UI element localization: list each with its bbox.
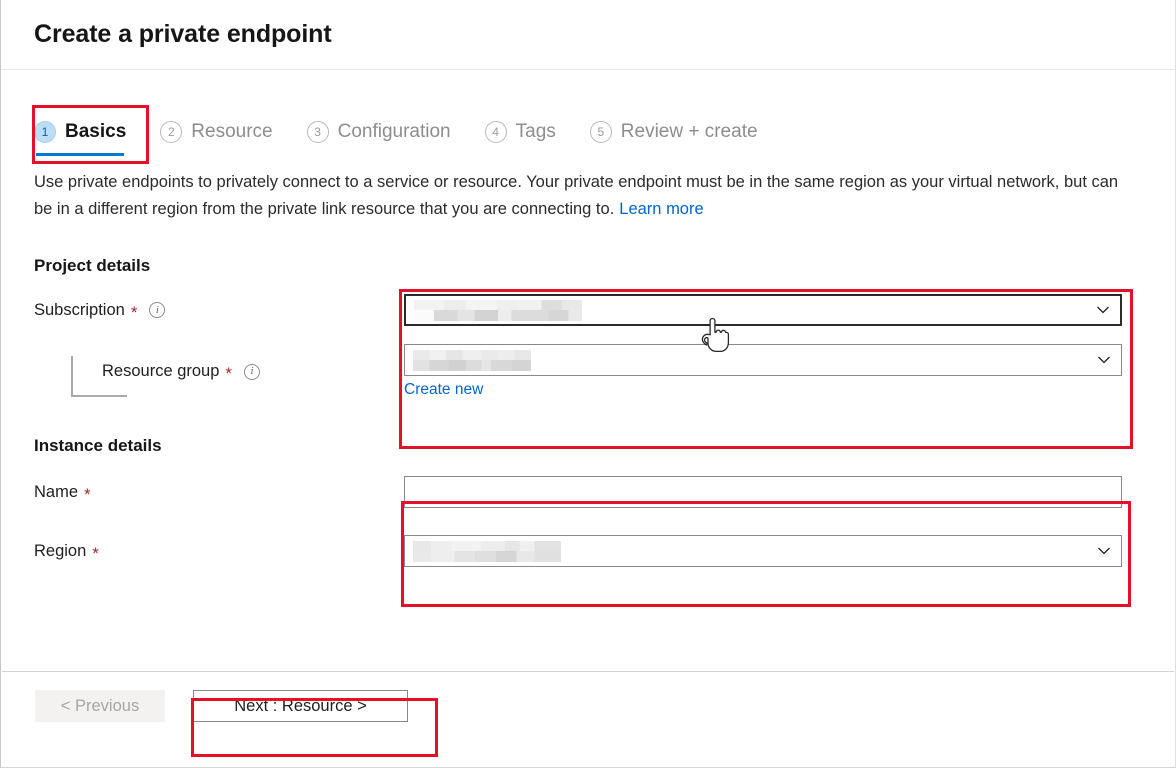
learn-more-link[interactable]: Learn more [619,200,703,218]
tab-basics[interactable]: 1 Basics [34,108,126,156]
resource-group-field-wrapper: Create new [404,344,1122,399]
tab-resource-label: Resource [191,121,273,142]
next-resource-button[interactable]: Next : Resource > [193,690,408,722]
tab-basics-label: Basics [65,121,127,142]
resource-group-value-redacted [413,349,531,371]
tab-resource-number: 2 [160,121,183,143]
tab-tags-number: 4 [484,121,507,143]
create-new-resource-group-link[interactable]: Create new [404,381,483,399]
tab-active-underline [36,153,125,156]
resource-group-dropdown[interactable] [404,344,1122,376]
tab-tags-label: Tags [515,121,556,142]
region-row: Region * [34,535,1142,567]
subscription-label: Subscription [34,300,125,319]
subscription-row: Subscription * i [34,294,1142,326]
tab-configuration-number: 3 [306,121,329,143]
page-title: Create a private endpoint [34,20,332,48]
chevron-down-icon [1096,303,1110,317]
subscription-label-group: Subscription * i [34,300,404,322]
tree-elbow-connector [71,356,127,397]
wizard-tabstrip: 1 Basics 2 Resource 3 Configuration 4 Ta… [1,108,1175,164]
region-label-group: Region * [34,541,404,563]
blade-description: Use private endpoints to privately conne… [34,169,1119,223]
name-input[interactable] [404,476,1122,508]
tab-review-create[interactable]: 5 Review + create [589,108,758,156]
tab-configuration-label: Configuration [337,121,451,142]
footer-buttons: < Previous Next : Resource > [35,690,408,722]
resource-group-required-asterisk: * [225,364,233,383]
tab-review-create-label: Review + create [620,121,758,142]
project-details-heading: Project details [34,256,151,275]
subscription-value-redacted [414,299,582,321]
tab-review-create-number: 5 [589,121,612,143]
blade-description-text: Use private endpoints to privately conne… [34,173,1119,218]
chevron-down-icon [1097,544,1111,558]
name-required-asterisk: * [84,484,91,504]
name-label: Name [34,482,79,501]
subscription-dropdown[interactable] [404,294,1122,326]
resource-group-info-icon[interactable]: i [244,363,261,380]
region-label: Region [34,541,87,560]
tab-resource[interactable]: 2 Resource [160,108,273,156]
previous-button[interactable]: < Previous [35,690,165,722]
tab-basics-number: 1 [34,121,56,143]
region-value-redacted [413,540,561,562]
create-private-endpoint-blade: Create a private endpoint 1 Basics 2 Res… [0,0,1176,768]
name-row: Name * [34,476,1142,508]
name-label-group: Name * [34,482,404,504]
region-required-asterisk: * [92,543,99,563]
subscription-required-asterisk: * [130,302,138,322]
form-body: Project details Subscription * i Resourc… [1,256,1175,567]
resource-group-row: Resource group * i Create new [34,344,1142,399]
blade-footer: < Previous Next : Resource > [2,671,1174,766]
tab-configuration[interactable]: 3 Configuration [306,108,451,156]
subscription-info-icon[interactable]: i [149,302,166,318]
tab-tags[interactable]: 4 Tags [484,108,556,156]
blade-title-bar: Create a private endpoint [1,0,1175,70]
region-dropdown[interactable] [404,535,1122,567]
instance-details-heading: Instance details [34,436,162,455]
chevron-down-icon [1097,353,1111,367]
